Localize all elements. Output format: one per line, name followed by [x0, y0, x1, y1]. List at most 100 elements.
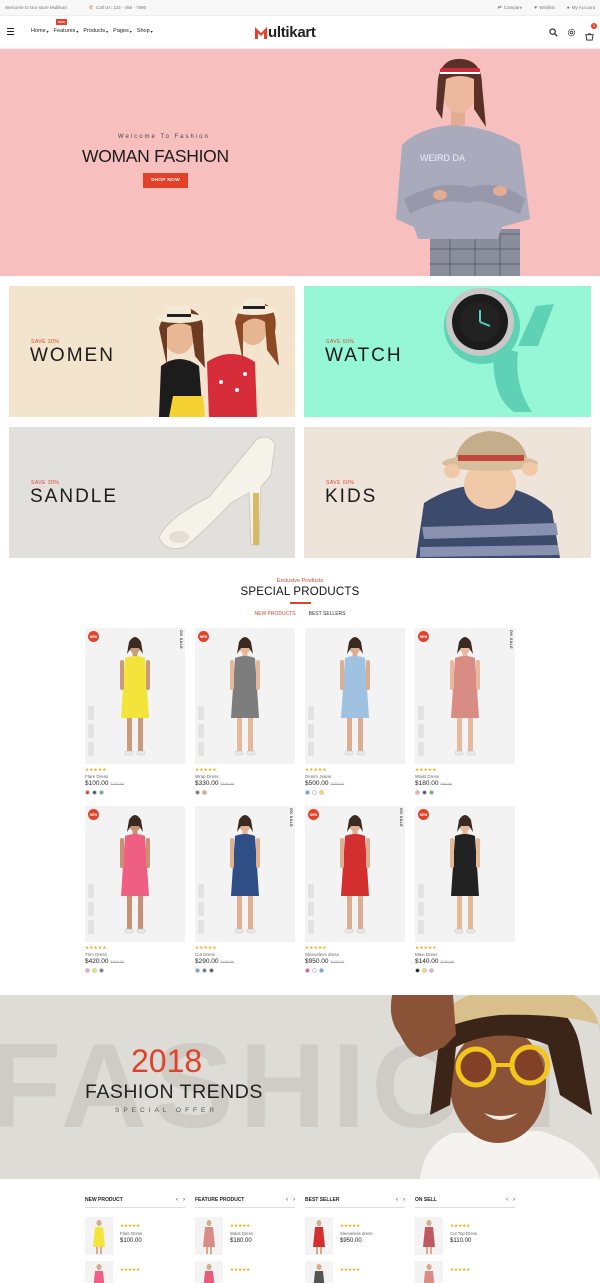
list-item-image[interactable] — [85, 1261, 113, 1283]
product-image[interactable]: ON SALE — [195, 806, 295, 942]
product-name[interactable]: Flare Dress — [85, 774, 185, 779]
nav-pages[interactable]: Pages ▾ — [113, 28, 132, 34]
product-name[interactable]: Denim Jeans — [305, 774, 405, 779]
product-thumbnails[interactable] — [308, 706, 316, 756]
banner-sandle[interactable]: SAVE 30% SANDLE — [9, 427, 295, 558]
nav-shop[interactable]: Shop ▾ — [137, 28, 153, 34]
chevron-left-icon[interactable]: ‹ — [286, 1197, 288, 1203]
color-swatch[interactable] — [305, 790, 310, 795]
color-swatch[interactable] — [92, 790, 97, 795]
chevron-left-icon[interactable]: ‹ — [396, 1197, 398, 1203]
color-swatch[interactable] — [195, 968, 200, 973]
list-item-name[interactable]: Cut Top Dress — [450, 1231, 477, 1236]
product-name[interactable]: Waist Dress — [415, 774, 515, 779]
product-card[interactable]: ON SALE ★★★★★ Cut Dress $290.00 $480.00 — [195, 806, 295, 973]
product-card[interactable]: ★★★★★ Denim Jeans $500.00 $250.00 — [305, 628, 405, 795]
list-item-image[interactable] — [305, 1261, 333, 1283]
cart-button[interactable]: 0 — [585, 23, 597, 41]
color-swatch[interactable] — [415, 968, 420, 973]
product-image[interactable]: NEW — [195, 628, 295, 764]
list-item-name[interactable]: Waist Dress — [230, 1231, 253, 1236]
nav-features[interactable]: Features ▾ — [54, 28, 79, 34]
product-card[interactable]: NEW ON SALE ★★★★★ Sleeveless dress $950.00 $4… — [305, 806, 405, 973]
list-item-image[interactable] — [415, 1217, 443, 1255]
list-item[interactable]: ★★★★★ — [305, 1261, 405, 1283]
product-image[interactable] — [305, 628, 405, 764]
product-image[interactable]: NEW — [415, 806, 515, 942]
product-thumbnails[interactable] — [88, 706, 96, 756]
product-name[interactable]: Maxi Dress — [415, 952, 515, 957]
color-swatch[interactable] — [85, 968, 90, 973]
color-swatch[interactable] — [312, 968, 317, 973]
product-thumbnails[interactable] — [88, 884, 96, 934]
product-name[interactable]: Wrap Dress — [195, 774, 295, 779]
list-item[interactable]: ★★★★★ Sleeveless dress $950.00 — [305, 1217, 405, 1255]
product-name[interactable]: Cut Dress — [195, 952, 295, 957]
list-item-image[interactable] — [305, 1217, 333, 1255]
list-item[interactable]: ★★★★★ — [195, 1261, 295, 1283]
list-item-image[interactable] — [195, 1217, 223, 1255]
color-swatch[interactable] — [415, 790, 420, 795]
color-swatch[interactable] — [312, 790, 317, 795]
banner-women[interactable]: SAVE 30% WOMEN — [9, 286, 295, 417]
list-item-image[interactable] — [85, 1217, 113, 1255]
product-thumbnails[interactable] — [418, 706, 426, 756]
product-image[interactable]: NEW ON SALE — [305, 806, 405, 942]
search-icon[interactable] — [549, 28, 558, 37]
list-item-image[interactable] — [415, 1261, 443, 1283]
color-swatch[interactable] — [429, 790, 434, 795]
product-card[interactable]: NEW ★★★★★ Wrap Dress $330.00 $165.00 — [195, 628, 295, 795]
product-card[interactable]: NEW ON SALE ★★★★★ Waist Dress $180.00 $90.00 — [415, 628, 515, 795]
product-card[interactable]: NEW ON SALE ★★★★★ Flare Dress $100.00 $200.00 — [85, 628, 185, 795]
color-swatch[interactable] — [202, 968, 207, 973]
list-item[interactable]: ★★★★★ — [85, 1261, 185, 1283]
product-name[interactable]: Sleeveless dress — [305, 952, 405, 957]
chevron-left-icon[interactable]: ‹ — [176, 1197, 178, 1203]
account-link[interactable]: ● My Account — [567, 5, 595, 11]
list-item[interactable]: ★★★★★ — [415, 1261, 515, 1283]
color-swatch[interactable] — [92, 968, 97, 973]
menu-icon[interactable] — [7, 28, 14, 35]
color-swatch[interactable] — [422, 968, 427, 973]
color-swatch[interactable] — [319, 790, 324, 795]
list-item[interactable]: ★★★★★ Waist Dress $180.00 — [195, 1217, 295, 1255]
color-swatch[interactable] — [422, 790, 427, 795]
chevron-right-icon[interactable]: › — [183, 1197, 185, 1203]
nav-home[interactable]: Home ▾ — [31, 28, 49, 34]
tab-new-products[interactable]: NEW PRODUCTS — [255, 611, 296, 617]
site-logo[interactable]: ultikart — [255, 24, 316, 41]
nav-products[interactable]: Products ▾ — [83, 28, 108, 34]
list-item-name[interactable]: Sleeveless dress — [340, 1231, 372, 1236]
wishlist-link[interactable]: ♥ Wishlist — [534, 5, 554, 11]
product-card[interactable]: NEW ★★★★★ Maxi Dress $140.00 $280.00 — [415, 806, 515, 973]
shop-now-button[interactable]: SHOP NOW — [143, 173, 188, 188]
list-item-name[interactable]: Flare Dress — [120, 1231, 142, 1236]
color-swatch[interactable] — [429, 968, 434, 973]
banner-kids[interactable]: SAVE 60% KIDS — [304, 427, 591, 558]
product-thumbnails[interactable] — [198, 884, 206, 934]
gear-icon[interactable] — [567, 28, 576, 37]
color-swatch[interactable] — [319, 968, 324, 973]
tab-best-sellers[interactable]: BEST SELLERS — [309, 611, 346, 617]
chevron-left-icon[interactable]: ‹ — [506, 1197, 508, 1203]
product-image[interactable]: NEW ON SALE — [415, 628, 515, 764]
color-swatch[interactable] — [202, 790, 207, 795]
chevron-right-icon[interactable]: › — [403, 1197, 405, 1203]
list-item[interactable]: ★★★★★ Flare Dress $100.00 — [85, 1217, 185, 1255]
product-image[interactable]: NEW ON SALE — [85, 628, 185, 764]
banner-watch[interactable]: SAVE 60% WATCH — [304, 286, 591, 417]
color-swatch[interactable] — [99, 968, 104, 973]
list-item-image[interactable] — [195, 1261, 223, 1283]
color-swatch[interactable] — [209, 968, 214, 973]
product-thumbnails[interactable] — [308, 884, 316, 934]
compare-link[interactable]: ⇄ Compare — [498, 5, 523, 11]
color-swatch[interactable] — [85, 790, 90, 795]
color-swatch[interactable] — [99, 790, 104, 795]
product-name[interactable]: Trim Dress — [85, 952, 185, 957]
chevron-right-icon[interactable]: › — [513, 1197, 515, 1203]
color-swatch[interactable] — [195, 790, 200, 795]
chevron-right-icon[interactable]: › — [293, 1197, 295, 1203]
product-image[interactable]: NEW — [85, 806, 185, 942]
product-thumbnails[interactable] — [418, 884, 426, 934]
list-item[interactable]: ★★★★★ Cut Top Dress $110.00 — [415, 1217, 515, 1255]
